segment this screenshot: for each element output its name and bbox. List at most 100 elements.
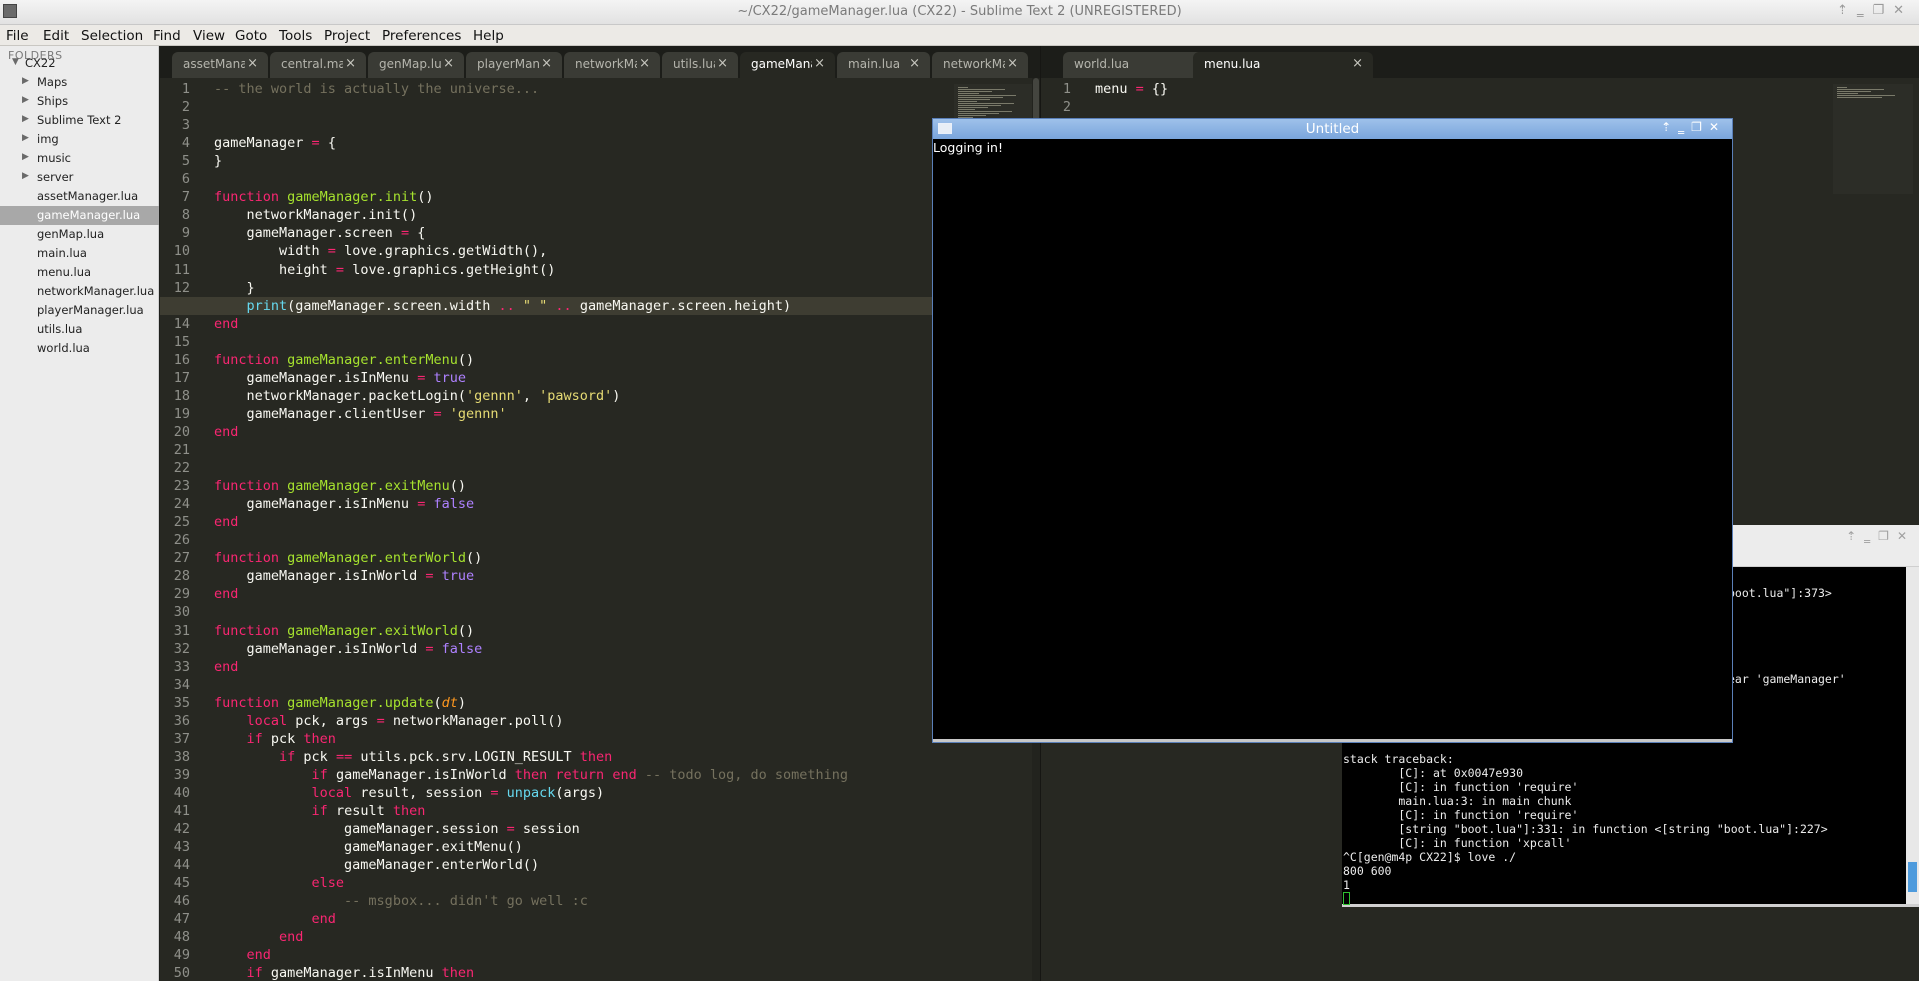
tab-close-icon[interactable]: × bbox=[639, 56, 650, 71]
code-line[interactable]: gameManager.isInMenu = false bbox=[214, 496, 475, 512]
terminal-scrollbar-thumb[interactable] bbox=[1908, 862, 1917, 892]
code-line[interactable]: menu = {} bbox=[1095, 81, 1168, 97]
disclosure-open-icon[interactable]: ▼ bbox=[12, 57, 19, 67]
code-line[interactable]: function gameManager.exitMenu() bbox=[214, 478, 466, 494]
window-close-icon[interactable]: ✕ bbox=[1893, 3, 1913, 18]
tab[interactable]: networkManager.lua× bbox=[564, 52, 660, 78]
code-line[interactable]: function gameManager.update(dt) bbox=[214, 695, 466, 711]
tab[interactable]: playerManager.lua× bbox=[466, 52, 562, 78]
code-line[interactable]: gameManager.clientUser = 'gennn' bbox=[214, 406, 507, 422]
code-line[interactable]: end bbox=[214, 316, 238, 332]
tab[interactable]: networkManager.lua× bbox=[932, 52, 1028, 78]
sidebar-folder[interactable]: ▶ music bbox=[0, 149, 159, 168]
code-line[interactable]: if result then bbox=[214, 803, 426, 819]
tab-close-icon[interactable]: × bbox=[1352, 56, 1363, 71]
disclosure-closed-icon[interactable]: ▶ bbox=[22, 76, 29, 86]
sidebar-folder[interactable]: ▶ Maps bbox=[0, 73, 159, 92]
tab[interactable]: utils.lua× bbox=[662, 52, 738, 78]
menu-tools[interactable]: Tools bbox=[279, 28, 312, 44]
sidebar-file[interactable]: networkManager.lua bbox=[0, 282, 159, 301]
tab-close-icon[interactable]: × bbox=[814, 56, 825, 71]
code-line[interactable]: end bbox=[214, 929, 303, 945]
code-line[interactable]: end bbox=[214, 947, 271, 963]
code-line[interactable]: function gameManager.enterWorld() bbox=[214, 550, 482, 566]
love-canvas[interactable]: Logging in! bbox=[933, 139, 1732, 744]
menu-help[interactable]: Help bbox=[473, 28, 504, 44]
tab-active[interactable]: gameManager.lua× bbox=[740, 52, 835, 78]
tab-close-icon[interactable]: × bbox=[1007, 56, 1018, 71]
sidebar-folder[interactable]: ▶ Ships bbox=[0, 92, 159, 111]
code-line[interactable]: else bbox=[214, 875, 345, 891]
tab-close-icon[interactable]: × bbox=[443, 56, 454, 71]
love-game-window[interactable]: Untitled ⇡‗❐✕ Logging in! bbox=[932, 118, 1733, 743]
code-line[interactable]: gameManager.isInMenu = true bbox=[214, 370, 467, 386]
code-line[interactable]: end bbox=[214, 514, 238, 530]
editor-pane-left[interactable]: assetManager.lua×central.manager×genMap.… bbox=[160, 46, 1040, 981]
tab[interactable]: main.lua × bbox=[837, 52, 930, 78]
disclosure-closed-icon[interactable]: ▶ bbox=[22, 133, 29, 143]
code-line[interactable]: gameManager.isInWorld = false bbox=[214, 641, 483, 657]
code-line[interactable]: function gameManager.enterMenu() bbox=[214, 352, 474, 368]
sidebar-file[interactable]: genMap.lua bbox=[0, 225, 159, 244]
code-line[interactable]: if pck == utils.pck.srv.LOGIN_RESULT the… bbox=[214, 749, 612, 765]
code-line[interactable]: end bbox=[214, 911, 336, 927]
minimap[interactable] bbox=[1833, 84, 1913, 194]
code-line[interactable]: local pck, args = networkManager.poll() bbox=[214, 713, 564, 729]
code-line[interactable]: } bbox=[214, 280, 255, 296]
disclosure-closed-icon[interactable]: ▶ bbox=[22, 171, 29, 181]
menu-selection[interactable]: Selection bbox=[81, 28, 143, 44]
window-minimize-icon[interactable]: ‗ bbox=[1857, 3, 1873, 18]
code-line[interactable]: if gameManager.isInWorld then return end… bbox=[214, 767, 849, 783]
sidebar-file[interactable]: world.lua bbox=[0, 339, 159, 358]
code-line[interactable]: } bbox=[214, 153, 222, 169]
sidebar-folder[interactable]: ▶ server bbox=[0, 168, 159, 187]
sidebar-file[interactable]: assetManager.lua bbox=[0, 187, 159, 206]
code-line[interactable]: end bbox=[214, 424, 238, 440]
code-line[interactable]: function gameManager.exitWorld() bbox=[214, 623, 474, 639]
code-line[interactable]: gameManager.session = session bbox=[214, 821, 580, 837]
code-line[interactable]: gameManager = { bbox=[214, 135, 336, 151]
menu-view[interactable]: View bbox=[193, 28, 225, 44]
tab-close-icon[interactable]: × bbox=[909, 56, 920, 71]
code-line[interactable]: gameManager.isInWorld = true bbox=[214, 568, 475, 584]
code-line[interactable]: if gameManager.isInMenu then bbox=[214, 965, 475, 981]
code-line[interactable]: print(gameManager.screen.width .. " " ..… bbox=[214, 298, 792, 314]
code-line[interactable]: end bbox=[214, 659, 238, 675]
code-line[interactable]: height = love.graphics.getHeight() bbox=[214, 262, 555, 278]
terminal-titlebar[interactable]: ⇡‗❐✕ bbox=[1733, 525, 1919, 567]
tab[interactable]: assetManager.lua× bbox=[172, 52, 268, 78]
sidebar-folder-root[interactable]: ▼ CX22 bbox=[0, 54, 159, 73]
window-titlebar[interactable]: ~/CX22/gameManager.lua (CX22) - Sublime … bbox=[0, 0, 1919, 25]
menu-goto[interactable]: Goto bbox=[235, 28, 267, 44]
code-line[interactable]: gameManager.enterWorld() bbox=[214, 857, 539, 873]
sidebar-file[interactable]: main.lua bbox=[0, 244, 159, 263]
terminal-window-controls[interactable]: ⇡‗❐✕ bbox=[1846, 529, 1915, 543]
tab-close-icon[interactable]: × bbox=[541, 56, 552, 71]
window-controls[interactable]: ⇡‗❐✕ bbox=[1837, 3, 1913, 18]
tab[interactable]: central.manager× bbox=[270, 52, 366, 78]
code-line[interactable]: local result, session = unpack(args) bbox=[214, 785, 605, 801]
tab[interactable]: genMap.lua× bbox=[368, 52, 464, 78]
sidebar-folder[interactable]: ▶ img bbox=[0, 130, 159, 149]
window-restore-icon[interactable]: ❐ bbox=[1872, 3, 1893, 18]
code-line[interactable]: function gameManager.init() bbox=[214, 189, 433, 205]
code-line[interactable]: if pck then bbox=[214, 731, 336, 747]
menu-edit[interactable]: Edit bbox=[43, 28, 69, 44]
love-window-controls[interactable]: ⇡‗❐✕ bbox=[1661, 120, 1726, 134]
sidebar-file[interactable]: utils.lua bbox=[0, 320, 159, 339]
sidebar-file[interactable]: gameManager.lua bbox=[0, 206, 159, 225]
menu-preferences[interactable]: Preferences bbox=[382, 28, 461, 44]
tab-active[interactable]: menu.lua × bbox=[1193, 52, 1373, 78]
menu-file[interactable]: File bbox=[6, 28, 29, 44]
tab-close-icon[interactable]: × bbox=[345, 56, 356, 71]
code-line[interactable]: networkManager.packetLogin('gennn', 'paw… bbox=[214, 388, 621, 404]
code-line[interactable]: width = love.graphics.getWidth(), bbox=[214, 243, 547, 259]
code-line[interactable]: gameManager.screen = { bbox=[214, 225, 426, 241]
love-window-titlebar[interactable]: Untitled ⇡‗❐✕ bbox=[933, 119, 1732, 139]
code-line[interactable]: -- the world is actually the universe... bbox=[214, 81, 539, 97]
disclosure-closed-icon[interactable]: ▶ bbox=[22, 114, 29, 124]
disclosure-closed-icon[interactable]: ▶ bbox=[22, 95, 29, 105]
sidebar-file[interactable]: playerManager.lua bbox=[0, 301, 159, 320]
code-line[interactable]: gameManager.exitMenu() bbox=[214, 839, 523, 855]
terminal-scrollbar[interactable] bbox=[1906, 567, 1919, 907]
